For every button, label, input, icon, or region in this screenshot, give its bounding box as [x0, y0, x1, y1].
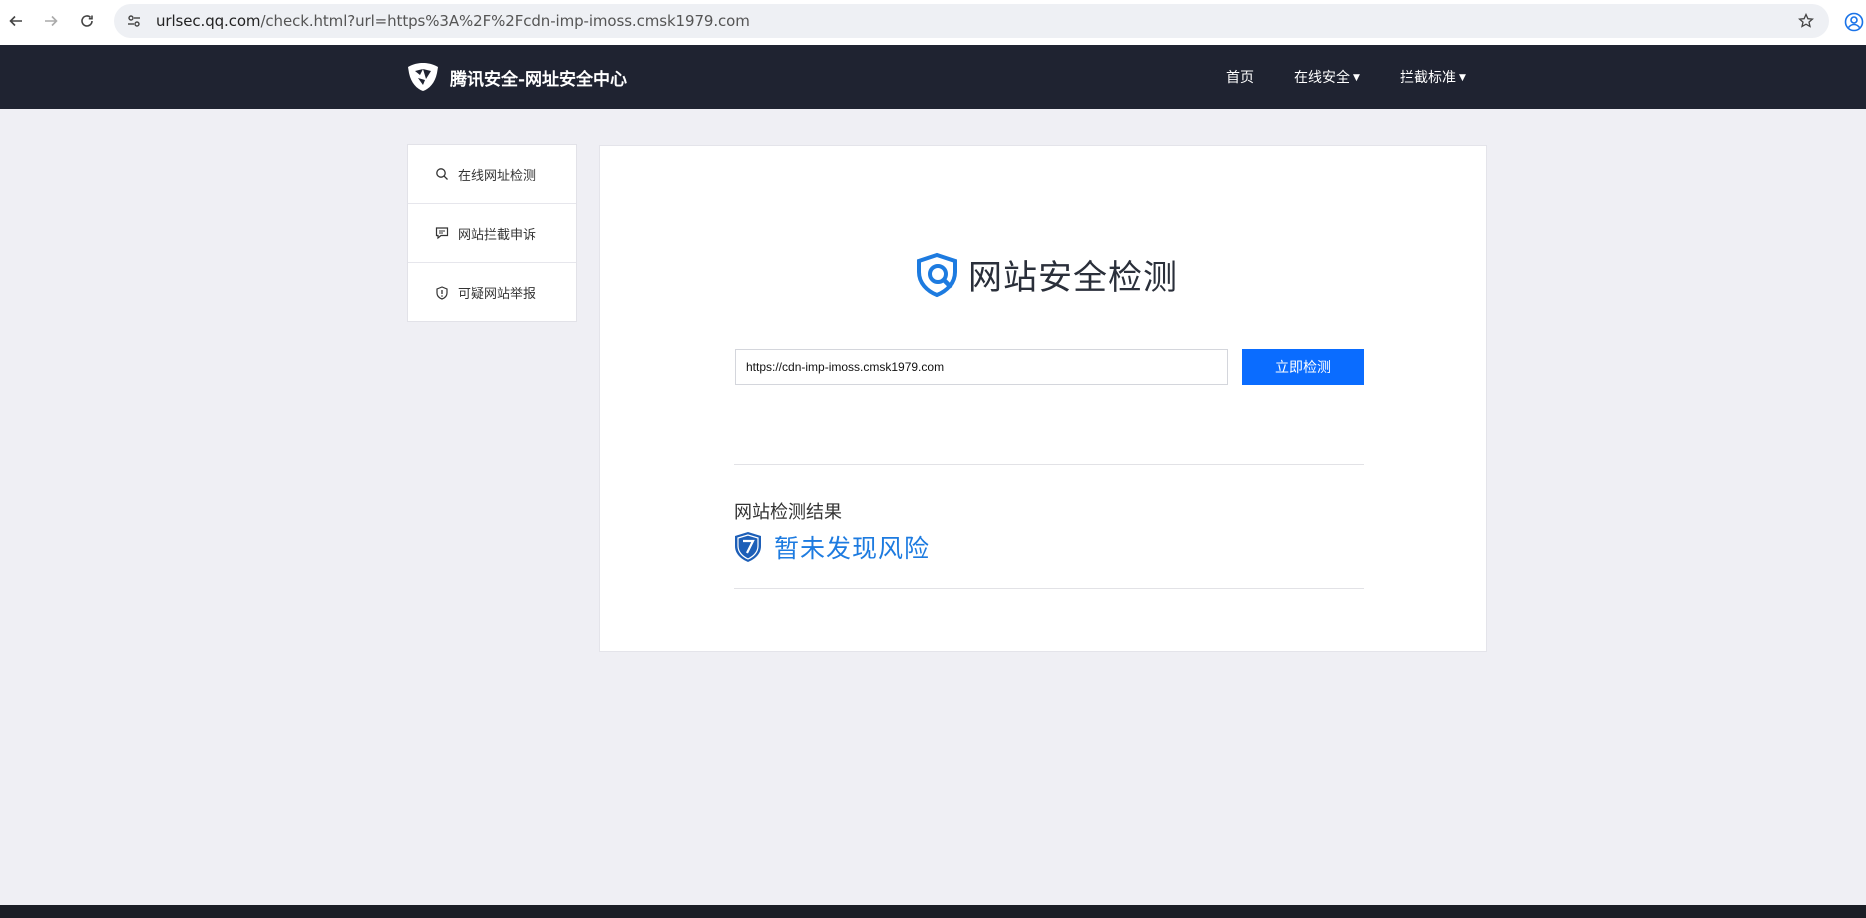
sidebar-item-report[interactable]: 可疑网站举报: [408, 263, 576, 322]
site-header: 腾讯安全-网址安全中心 首页 在线安全 ▼ 拦截标准 ▼: [0, 45, 1866, 109]
check-now-button[interactable]: 立即检测: [1242, 349, 1364, 385]
result-status: 暂未发现风险: [734, 529, 930, 565]
page-heading: 网站安全检测: [914, 250, 1178, 299]
url-text: urlsec.qq.com/check.html?url=https%3A%2F…: [156, 12, 750, 30]
nav-home[interactable]: 首页: [1226, 67, 1254, 87]
divider: [734, 588, 1364, 589]
page-title: 网站安全检测: [968, 258, 1178, 298]
tune-icon: [128, 15, 140, 27]
sidebar-item-url-check[interactable]: 在线网址检测: [408, 145, 576, 204]
url-host: urlsec.qq.com: [156, 12, 261, 30]
forward-arrow-icon: [45, 15, 58, 27]
nav-home-label: 首页: [1226, 70, 1254, 86]
shield-exclamation-icon: [434, 285, 450, 301]
nav-online-security[interactable]: 在线安全 ▼: [1294, 67, 1360, 87]
url-path: /check.html?url=https%3A%2F%2Fcdn-imp-im…: [260, 12, 750, 30]
nav-online-security-label: 在线安全: [1294, 70, 1350, 86]
sidebar-item-label: 网站拦截申诉: [458, 227, 537, 243]
result-text: 暂未发现风险: [774, 534, 931, 563]
browser-toolbar: urlsec.qq.com/check.html?url=https%3A%2F…: [0, 0, 1866, 45]
shield-search-icon: [917, 252, 957, 297]
site-info-button[interactable]: [120, 7, 148, 35]
divider: [734, 464, 1364, 465]
sidebar-item-label: 在线网址检测: [458, 168, 537, 184]
sidebar-item-appeal[interactable]: 网站拦截申诉: [408, 204, 576, 263]
back-button[interactable]: [0, 8, 32, 34]
sidebar-item-label: 可疑网站举报: [458, 287, 537, 302]
footer-bar: [0, 905, 1866, 918]
nav-block-standards[interactable]: 拦截标准 ▼: [1400, 67, 1466, 87]
main-card: 网站安全检测 立即检测 网站检测结果 暂未发现风险: [599, 145, 1487, 652]
back-arrow-icon: [9, 15, 22, 27]
forward-button[interactable]: [35, 8, 67, 34]
site-logo[interactable]: 腾讯安全-网址安全中心: [406, 59, 627, 95]
safe-shield-icon: [735, 532, 761, 562]
caret-down-icon: ▼: [1353, 73, 1360, 83]
url-input[interactable]: [735, 349, 1228, 385]
star-icon: [1798, 13, 1814, 28]
profile-button[interactable]: [1842, 10, 1866, 34]
caret-down-icon: ▼: [1459, 73, 1466, 83]
account-circle-icon: [1844, 12, 1864, 32]
chat-bubble-icon: [434, 225, 450, 241]
nav-block-standards-label: 拦截标准: [1400, 70, 1456, 86]
result-label: 网站检测结果: [734, 502, 842, 523]
address-bar[interactable]: urlsec.qq.com/check.html?url=https%3A%2F…: [114, 4, 1829, 38]
bookmark-star-button[interactable]: [1793, 8, 1819, 34]
sidebar: 在线网址检测 网站拦截申诉 可疑网站举报: [407, 144, 577, 322]
reload-icon: [81, 15, 93, 27]
reload-button[interactable]: [71, 8, 103, 34]
tencent-security-logo-icon: [408, 63, 438, 91]
search-icon: [434, 166, 450, 182]
site-title: 腾讯安全-网址安全中心: [450, 69, 628, 90]
